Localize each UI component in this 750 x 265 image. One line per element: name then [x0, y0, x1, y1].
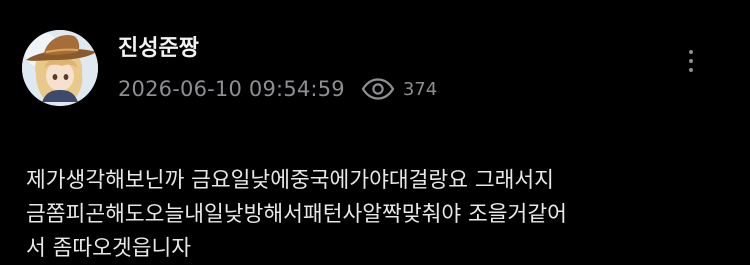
- author-name[interactable]: 진성준짱: [118, 30, 199, 62]
- post-body-line: 서 좀따오겟읍니자: [26, 236, 192, 261]
- post-meta: 2026-06-10 09:54:59 374: [118, 75, 437, 103]
- post-timestamp: 2026-06-10 09:54:59: [118, 77, 345, 101]
- anime-character-avatar-icon: [22, 30, 98, 106]
- view-count: 374: [402, 78, 438, 100]
- post-body-line: 금쫌피곤해도오늘내일낮방해서패턴사알짝맞춰야 조을거같어: [26, 202, 567, 227]
- post-card: 진성준짱 2026-06-10 09:54:59 374 제가생각해보닌까 금요…: [0, 0, 750, 265]
- more-options-button[interactable]: [676, 38, 706, 84]
- post-body-line: 제가생각해보닌까 금요일낮에중국에가야대걸랑요 그래서지: [26, 168, 554, 193]
- post-body: 제가생각해보닌까 금요일낮에중국에가야대걸랑요 그래서지 금쫌피곤해도오늘내일낮…: [26, 164, 731, 265]
- more-vertical-icon: [689, 50, 693, 72]
- eye-icon: [361, 78, 395, 100]
- author-avatar[interactable]: [22, 30, 98, 106]
